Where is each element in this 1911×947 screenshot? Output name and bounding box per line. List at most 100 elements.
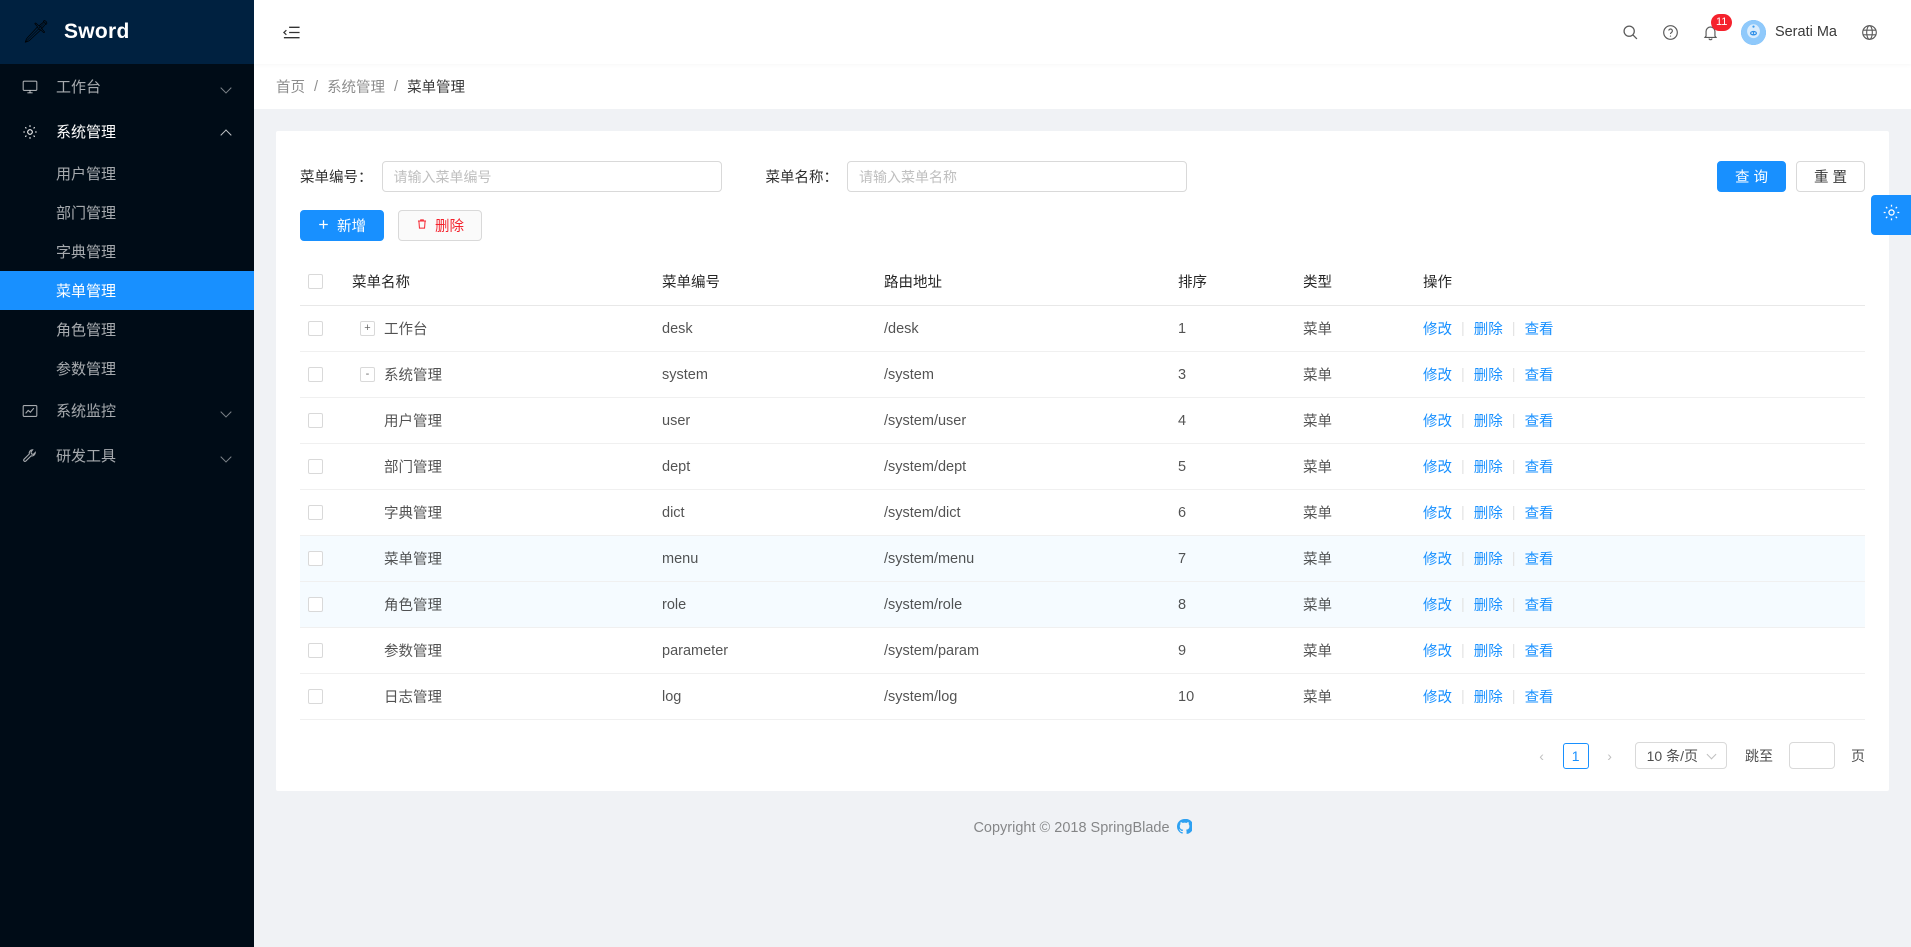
row-checkbox[interactable] — [308, 643, 323, 658]
sidebar-item-dict-mgmt[interactable]: 字典管理 — [0, 232, 254, 271]
edit-link[interactable]: 修改 — [1423, 594, 1452, 615]
delete-link[interactable]: 删除 — [1474, 640, 1503, 661]
query-button[interactable]: 查 询 — [1717, 161, 1786, 192]
view-link[interactable]: 查看 — [1525, 502, 1554, 523]
delete-link[interactable]: 删除 — [1474, 594, 1503, 615]
table-row[interactable]: 用户管理user/system/user4菜单修改|删除|查看 — [300, 398, 1865, 444]
label-menu-name: 菜单名称： — [766, 166, 839, 187]
search-input-menu-name[interactable] — [847, 161, 1187, 192]
breadcrumb-item-system[interactable]: 系统管理 — [327, 76, 385, 97]
view-link[interactable]: 查看 — [1525, 410, 1554, 431]
edit-link[interactable]: 修改 — [1423, 548, 1452, 569]
row-select-cell — [300, 490, 344, 536]
question-circle-icon[interactable] — [1651, 12, 1691, 52]
page-size-label: 10 条/页 — [1647, 746, 1698, 766]
delete-link[interactable]: 删除 — [1474, 364, 1503, 385]
breadcrumb-item-home[interactable]: 首页 — [276, 76, 305, 97]
action-divider: | — [1461, 505, 1465, 521]
sidebar-item-dept-mgmt[interactable]: 部门管理 — [0, 193, 254, 232]
select-all-checkbox[interactable] — [308, 274, 323, 289]
chevron-left-icon[interactable]: ‹ — [1529, 743, 1555, 769]
table-row[interactable]: -系统管理system/system3菜单修改|删除|查看 — [300, 352, 1865, 398]
edit-link[interactable]: 修改 — [1423, 318, 1452, 339]
table-row[interactable]: 菜单管理menu/system/menu7菜单修改|删除|查看 — [300, 536, 1865, 582]
row-checkbox[interactable] — [308, 689, 323, 704]
cell-sort: 5 — [1170, 444, 1295, 490]
search-input-menu-code[interactable] — [382, 161, 722, 192]
row-checkbox[interactable] — [308, 459, 323, 474]
table-row[interactable]: +工作台desk/desk1菜单修改|删除|查看 — [300, 306, 1865, 352]
sidebar-item-system[interactable]: 系统管理 — [0, 109, 254, 154]
sidebar-label-param-mgmt: 参数管理 — [56, 358, 116, 379]
sidebar-item-role-mgmt[interactable]: 角色管理 — [0, 310, 254, 349]
select-all-header — [300, 259, 344, 306]
collapse-icon[interactable]: - — [360, 367, 375, 382]
expand-icon[interactable]: + — [360, 321, 375, 336]
action-divider: | — [1512, 459, 1516, 475]
cell-route-path: /system/log — [876, 674, 1170, 720]
github-icon[interactable] — [1177, 819, 1192, 838]
view-link[interactable]: 查看 — [1525, 318, 1554, 339]
wrench-icon — [22, 448, 44, 464]
cell-menu-name: 部门管理 — [344, 444, 654, 490]
row-checkbox[interactable] — [308, 321, 323, 336]
view-link[interactable]: 查看 — [1525, 456, 1554, 477]
sidebar-item-workbench[interactable]: 工作台 — [0, 64, 254, 109]
table-row[interactable]: 部门管理dept/system/dept5菜单修改|删除|查看 — [300, 444, 1865, 490]
globe-icon[interactable] — [1849, 12, 1889, 52]
sidebar-item-menu-mgmt[interactable]: 菜单管理 — [0, 271, 254, 310]
view-link[interactable]: 查看 — [1525, 594, 1554, 615]
cell-menu-name: 字典管理 — [344, 490, 654, 536]
add-button[interactable]: 新增 — [300, 210, 384, 241]
delete-link[interactable]: 删除 — [1474, 686, 1503, 707]
row-checkbox[interactable] — [308, 551, 323, 566]
menu-fold-icon[interactable] — [276, 17, 306, 47]
delete-button[interactable]: 删除 — [398, 210, 482, 241]
search-icon[interactable] — [1611, 12, 1651, 52]
action-divider: | — [1461, 321, 1465, 337]
table-row[interactable]: 角色管理role/system/role8菜单修改|删除|查看 — [300, 582, 1865, 628]
view-link[interactable]: 查看 — [1525, 640, 1554, 661]
brand-logo[interactable]: 🗡 Sword — [0, 0, 254, 64]
reset-button[interactable]: 重 置 — [1796, 161, 1865, 192]
view-link[interactable]: 查看 — [1525, 686, 1554, 707]
edit-link[interactable]: 修改 — [1423, 640, 1452, 661]
sidebar-item-param-mgmt[interactable]: 参数管理 — [0, 349, 254, 388]
add-button-label: 新增 — [337, 215, 366, 236]
table-row[interactable]: 参数管理parameter/system/param9菜单修改|删除|查看 — [300, 628, 1865, 674]
delete-link[interactable]: 删除 — [1474, 502, 1503, 523]
delete-link[interactable]: 删除 — [1474, 410, 1503, 431]
settings-fab-button[interactable] — [1871, 195, 1911, 235]
edit-link[interactable]: 修改 — [1423, 364, 1452, 385]
delete-link[interactable]: 删除 — [1474, 456, 1503, 477]
row-select-cell — [300, 536, 344, 582]
delete-link[interactable]: 删除 — [1474, 318, 1503, 339]
row-checkbox[interactable] — [308, 505, 323, 520]
sidebar-item-devtools[interactable]: 研发工具 — [0, 433, 254, 478]
sidebar-item-monitor[interactable]: 系统监控 — [0, 388, 254, 433]
edit-link[interactable]: 修改 — [1423, 410, 1452, 431]
delete-link[interactable]: 删除 — [1474, 548, 1503, 569]
edit-link[interactable]: 修改 — [1423, 456, 1452, 477]
footer-copyright: Copyright © 2018 SpringBlade — [973, 820, 1169, 836]
user-menu[interactable]: Serati Ma — [1731, 12, 1849, 52]
chevron-right-icon[interactable]: › — [1597, 743, 1623, 769]
sidebar: 🗡 Sword 工作台 — [0, 0, 254, 947]
row-checkbox[interactable] — [308, 413, 323, 428]
row-checkbox[interactable] — [308, 367, 323, 382]
edit-link[interactable]: 修改 — [1423, 686, 1452, 707]
edit-link[interactable]: 修改 — [1423, 502, 1452, 523]
page-size-select[interactable]: 10 条/页 — [1635, 742, 1727, 769]
cell-type: 菜单 — [1295, 628, 1415, 674]
view-link[interactable]: 查看 — [1525, 364, 1554, 385]
column-header-path: 路由地址 — [876, 259, 1170, 306]
page-number-1[interactable]: 1 — [1563, 743, 1589, 769]
view-link[interactable]: 查看 — [1525, 548, 1554, 569]
bell-icon[interactable]: 11 — [1691, 12, 1731, 52]
row-checkbox[interactable] — [308, 597, 323, 612]
table-row[interactable]: 字典管理dict/system/dict6菜单修改|删除|查看 — [300, 490, 1865, 536]
table-row[interactable]: 日志管理log/system/log10菜单修改|删除|查看 — [300, 674, 1865, 720]
jump-page-input[interactable] — [1789, 742, 1835, 769]
sidebar-item-user-mgmt[interactable]: 用户管理 — [0, 154, 254, 193]
action-divider: | — [1512, 505, 1516, 521]
